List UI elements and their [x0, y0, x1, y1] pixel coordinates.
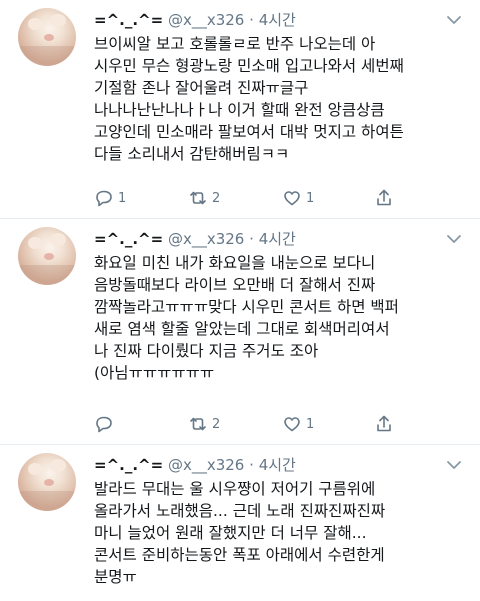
- tweet-line: 새로 염색 할줄 알았는데 그대로 회색머리여서: [94, 320, 390, 338]
- share-icon: [377, 415, 391, 432]
- tweet-line: 음방돌때보다 라이브 오만배 더 잘해서 진짜: [94, 276, 376, 294]
- tweet[interactable]: =^._.^= @x__x326 · 4시간 화요일 미친 내가 화요일을 내눈…: [0, 219, 480, 444]
- like-button[interactable]: 1: [282, 412, 314, 436]
- like-count: 1: [306, 190, 315, 206]
- reply-button[interactable]: [94, 412, 118, 436]
- timestamp[interactable]: 4시간: [259, 11, 296, 29]
- retweet-count: 2: [212, 416, 221, 432]
- like-button[interactable]: 1: [282, 186, 314, 210]
- timestamp[interactable]: 4시간: [259, 456, 296, 474]
- tweet-text: 발라드 무대는 울 시우쨩이 저어기 구름위에 올라가서 노래했음... 근데 …: [94, 478, 464, 588]
- tweet-line: 나 진짜 다이뤘다 지금 주거도 조아: [94, 342, 319, 360]
- reply-icon: [96, 190, 112, 207]
- caret-down-icon[interactable]: [446, 233, 462, 245]
- retweet-button[interactable]: 2: [188, 412, 220, 436]
- tweet-line: 깜짝놀라고ㅠㅠㅠ맞다 시우민 콘서트 하면 백퍼: [94, 298, 399, 316]
- tweet-line: 올라가서 노래했음... 근데 노래 진짜진짜진짜: [94, 502, 386, 520]
- avatar[interactable]: [18, 453, 76, 511]
- tweet-header: =^._.^= @x__x326 · 4시간: [94, 11, 296, 29]
- tweet-line: 브이씨알 보고 호롤롤ㄹ로 반주 나오는데 아: [94, 35, 376, 53]
- reply-icon: [96, 416, 112, 433]
- share-button[interactable]: [374, 412, 394, 436]
- tweet-text: 화요일 미친 내가 화요일을 내눈으로 보다니 음방돌때보다 라이브 오만배 더…: [94, 252, 464, 384]
- avatar[interactable]: [18, 8, 76, 66]
- caret-down-icon[interactable]: [446, 14, 462, 26]
- tweet-actions: 2 1: [94, 412, 424, 436]
- handle[interactable]: @x__x326: [168, 456, 244, 474]
- tweet-line: 시우민 무슨 형광노랑 민소매 입고나와서 세번째: [94, 57, 404, 75]
- tweet-line: 나나나난난나나ㅏ나 이거 할때 완전 앙큼상큼: [94, 101, 385, 119]
- like-icon: [284, 191, 300, 206]
- share-button[interactable]: [374, 186, 394, 210]
- retweet-button[interactable]: 2: [188, 186, 220, 210]
- like-count: 1: [306, 416, 315, 432]
- display-name[interactable]: =^._.^=: [94, 11, 163, 29]
- tweet[interactable]: =^._.^= @x__x326 · 4시간 발라드 무대는 울 시우쨩이 저어…: [0, 445, 480, 601]
- tweet-line: 고양인데 민소매라 팔보여서 대박 멋지고 하여튼: [94, 123, 404, 141]
- reply-count: 1: [118, 190, 127, 206]
- tweet-actions: 1 2 1: [94, 186, 424, 210]
- retweet-count: 2: [212, 190, 221, 206]
- caret-down-icon[interactable]: [446, 459, 462, 471]
- display-name[interactable]: =^._.^=: [94, 230, 163, 248]
- tweet-line: 화요일 미친 내가 화요일을 내눈으로 보다니: [94, 254, 376, 272]
- display-name[interactable]: =^._.^=: [94, 456, 163, 474]
- retweet-icon: [190, 191, 206, 205]
- timestamp[interactable]: 4시간: [259, 230, 296, 248]
- tweet-line: 분명ㅠ: [94, 568, 137, 586]
- tweet-line: 콘서트 준비하는동안 폭포 아래에서 수련한게: [94, 546, 385, 564]
- tweet-line: 발라드 무대는 울 시우쨩이 저어기 구름위에: [94, 480, 376, 498]
- tweet-header: =^._.^= @x__x326 · 4시간: [94, 456, 296, 474]
- tweet-line: 다들 소리내서 감탄해버림ㅋㅋ: [94, 145, 290, 163]
- share-icon: [377, 189, 391, 206]
- avatar[interactable]: [18, 227, 76, 285]
- retweet-icon: [190, 417, 206, 431]
- tweet-header: =^._.^= @x__x326 · 4시간: [94, 230, 296, 248]
- reply-button[interactable]: 1: [94, 186, 126, 210]
- handle[interactable]: @x__x326: [168, 11, 244, 29]
- tweet-line: 기절함 존나 잘어울려 진짜ㅠ글구: [94, 79, 309, 97]
- tweet-line: 마니 늘었어 원래 잘했지만 더 너무 잘해...: [94, 524, 367, 542]
- tweet-text: 브이씨알 보고 호롤롤ㄹ로 반주 나오는데 아 시우민 무슨 형광노랑 민소매 …: [94, 33, 464, 165]
- tweet-line: (아님ㅠㅠㅠㅠㅠㅠ: [94, 364, 215, 382]
- handle[interactable]: @x__x326: [168, 230, 244, 248]
- tweet[interactable]: =^._.^= @x__x326 · 4시간 브이씨알 보고 호롤롤ㄹ로 반주 …: [0, 0, 480, 218]
- like-icon: [284, 417, 300, 432]
